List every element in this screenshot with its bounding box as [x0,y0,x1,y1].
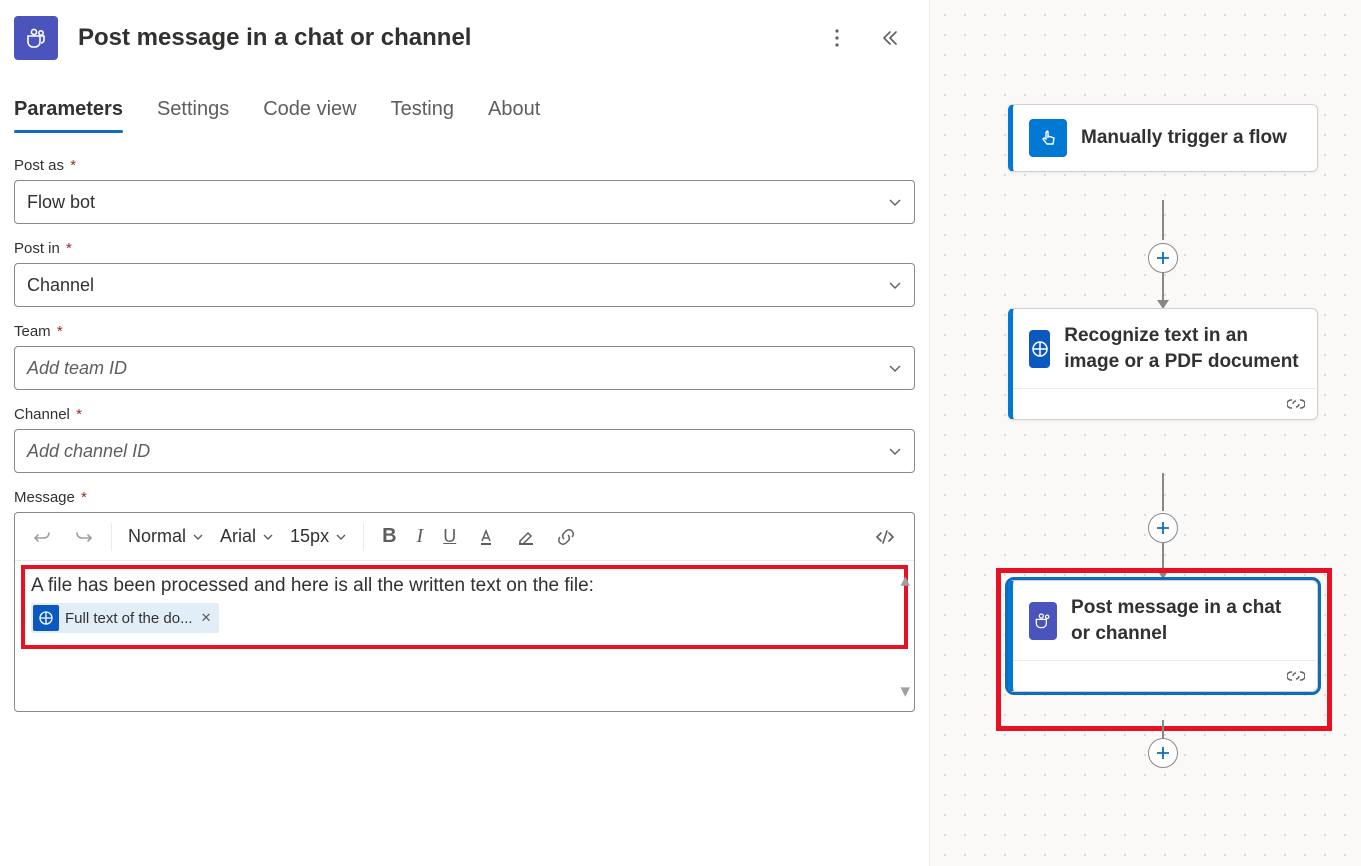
dropdown-value: 15px [290,526,329,547]
connector-line [1162,473,1164,511]
select-value: Flow bot [27,192,95,213]
card-title: Recognize text in an image or a PDF docu… [1064,323,1301,374]
chevron-down-icon [192,531,204,543]
select-value: Channel [27,275,94,296]
tab-about[interactable]: About [488,90,540,131]
field-message: Message * Normal Arial [14,489,915,712]
tab-testing[interactable]: Testing [391,90,454,131]
connector-line [1162,273,1164,301]
required-marker: * [81,489,87,506]
link-button[interactable] [548,521,584,553]
scroll-down-icon: ▾ [900,680,910,703]
dropdown-value: Arial [220,526,256,547]
flow-card-recognize[interactable]: Recognize text in an image or a PDF docu… [1008,308,1318,420]
editor-content[interactable]: A file has been processed and here is al… [15,561,914,711]
field-post-in: Post in * Channel [14,240,915,307]
flow-canvas[interactable]: Manually trigger a flow Recognize text i… [930,0,1361,866]
ai-icon [33,605,59,631]
chevron-down-icon [262,531,274,543]
message-text: A file has been processed and here is al… [31,575,896,597]
required-marker: * [66,240,72,257]
collapse-panel-button[interactable] [875,23,905,53]
code-view-toggle[interactable] [866,521,904,553]
redo-button[interactable] [65,521,101,553]
add-step-button[interactable] [1148,513,1178,543]
scroll-up-icon: ▴ [900,569,910,592]
annotation-highlight [996,568,1332,731]
dropdown-value: Normal [128,526,186,547]
teams-icon [14,16,58,60]
card-footer [1013,388,1317,419]
toolbar-separator [363,523,364,551]
paragraph-style-dropdown[interactable]: Normal [122,522,210,551]
panel-title: Post message in a chat or channel [78,24,829,52]
select-post-in[interactable]: Channel [14,263,915,307]
dynamic-content-token[interactable]: Full text of the do... ✕ [31,603,219,633]
toolbar-separator [111,523,112,551]
label-text: Post in [14,240,60,257]
select-post-as[interactable]: Flow bot [14,180,915,224]
label-post-in: Post in * [14,240,915,257]
label-message: Message * [14,489,915,506]
font-size-dropdown[interactable]: 15px [284,522,353,551]
select-placeholder: Add channel ID [27,441,150,462]
label-text: Post as [14,157,64,174]
token-label: Full text of the do... [65,610,193,627]
chevron-down-icon [888,361,902,375]
label-text: Message [14,489,75,506]
italic-button[interactable]: I [409,519,432,554]
connector-line [1162,720,1164,738]
chevron-down-icon [335,531,347,543]
add-step-button[interactable] [1148,738,1178,768]
undo-button[interactable] [25,521,61,553]
scroll-indicator: ▴ ▾ [900,569,910,703]
chevron-down-icon [888,195,902,209]
label-post-as: Post as * [14,157,915,174]
select-channel[interactable]: Add channel ID [14,429,915,473]
rich-text-editor: Normal Arial 15px B I U [14,512,915,712]
touch-icon [1029,119,1067,157]
ai-icon [1029,330,1050,368]
bold-button[interactable]: B [374,519,404,554]
field-team: Team * Add team ID [14,323,915,390]
tab-bar: Parameters Settings Code view Testing Ab… [14,90,915,131]
label-team: Team * [14,323,915,340]
more-options-button[interactable] [829,23,845,53]
tab-code-view[interactable]: Code view [263,90,356,131]
select-placeholder: Add team ID [27,358,127,379]
flow-card-trigger[interactable]: Manually trigger a flow [1008,104,1318,172]
label-channel: Channel * [14,406,915,423]
connector-line [1162,200,1164,240]
required-marker: * [57,323,63,340]
label-text: Channel [14,406,70,423]
font-family-dropdown[interactable]: Arial [214,522,280,551]
field-post-as: Post as * Flow bot [14,157,915,224]
panel-header: Post message in a chat or channel [14,10,915,90]
link-icon[interactable] [1287,397,1305,411]
select-team[interactable]: Add team ID [14,346,915,390]
tab-parameters[interactable]: Parameters [14,90,123,131]
required-marker: * [76,406,82,423]
underline-button[interactable]: U [435,520,464,553]
add-step-button[interactable] [1148,243,1178,273]
chevron-down-icon [888,444,902,458]
config-panel: Post message in a chat or channel Parame… [0,0,930,866]
field-channel: Channel * Add channel ID [14,406,915,473]
editor-toolbar: Normal Arial 15px B I U [15,513,914,561]
tab-settings[interactable]: Settings [157,90,229,131]
label-text: Team [14,323,51,340]
header-actions [829,23,915,53]
annotation-highlight: A file has been processed and here is al… [21,565,908,649]
chevron-down-icon [888,278,902,292]
highlight-button[interactable] [508,521,544,553]
connector-line [1162,543,1164,571]
required-marker: * [70,157,76,174]
font-color-button[interactable] [468,521,504,553]
card-title: Manually trigger a flow [1081,125,1287,151]
remove-token-button[interactable]: ✕ [199,610,214,626]
